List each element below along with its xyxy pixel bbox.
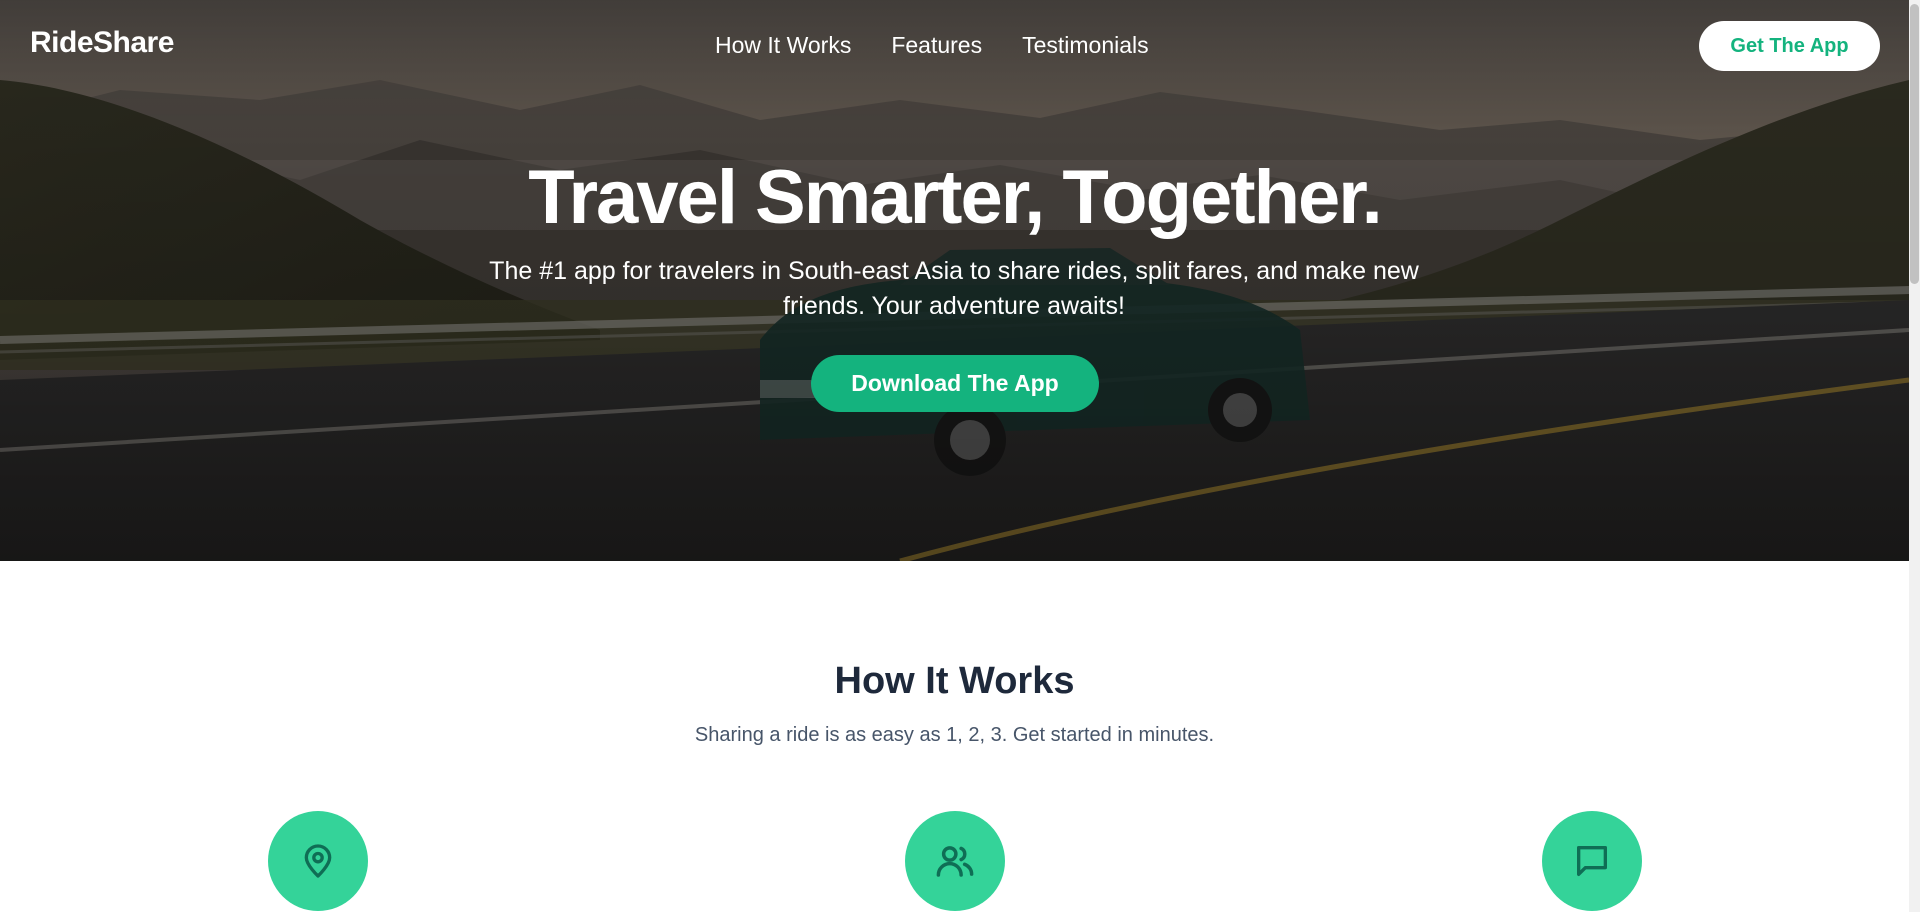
how-it-works-title: How It Works <box>834 660 1075 702</box>
nav-link-features[interactable]: Features <box>891 32 982 59</box>
chat-icon <box>1577 846 1607 876</box>
download-app-button[interactable]: Download The App <box>811 355 1099 412</box>
top-nav: RideShare How It Works Features Testimon… <box>0 0 1909 94</box>
map-pin-icon <box>304 844 332 878</box>
step-3-icon-circle <box>1542 811 1642 911</box>
how-it-works-subtitle: Sharing a ride is as easy as 1, 2, 3. Ge… <box>694 724 1215 746</box>
get-the-app-button[interactable]: Get The App <box>1699 21 1880 71</box>
brand-logo[interactable]: RideShare <box>30 26 174 60</box>
nav-link-testimonials[interactable]: Testimonials <box>1022 32 1149 59</box>
nav-link-how-it-works[interactable]: How It Works <box>715 32 851 59</box>
step-1-icon-circle <box>268 811 368 911</box>
scrollbar-thumb[interactable] <box>1910 4 1919 284</box>
hero-subtitle: The #1 app for travelers in South-east A… <box>489 257 1419 320</box>
hero-title: Travel Smarter, Together. <box>528 155 1383 240</box>
users-icon <box>936 846 974 877</box>
hero-section: RideShare How It Works Features Testimon… <box>0 0 1909 561</box>
step-2-icon-circle <box>905 811 1005 911</box>
page: RideShare How It Works Features Testimon… <box>0 0 1920 912</box>
nav-links: How It Works Features Testimonials <box>715 32 1149 59</box>
